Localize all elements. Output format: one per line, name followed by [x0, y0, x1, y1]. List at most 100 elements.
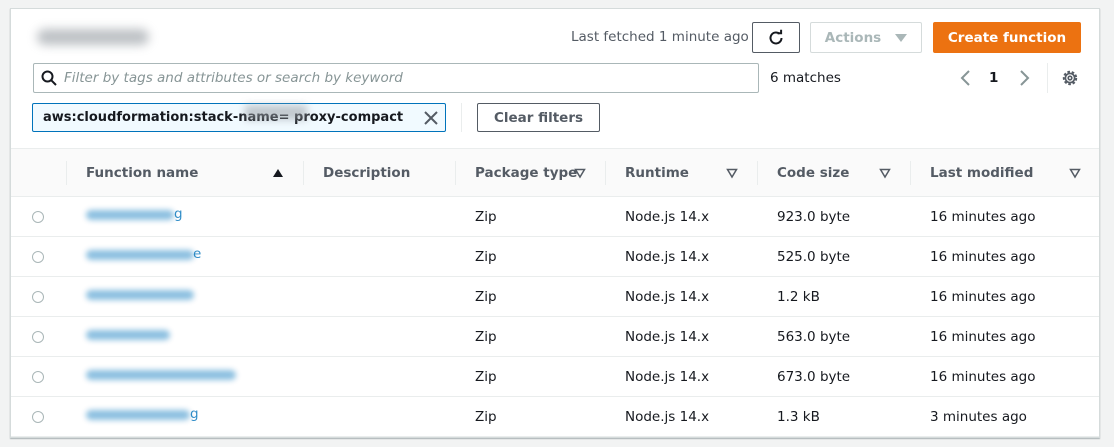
radio-button[interactable]: [32, 250, 44, 263]
row-select[interactable]: [11, 277, 66, 317]
function-name-link[interactable]: [86, 286, 196, 304]
description-cell: [303, 237, 455, 277]
table-row[interactable]: g Zip Node.js 14.x 1.3 kB 3 minutes ago: [11, 397, 1099, 437]
last-modified-cell: 16 minutes ago: [930, 208, 1036, 225]
filter-token-text: aws:cloudformation:stack-name= proxy-com…: [43, 110, 404, 125]
chevron-right-icon[interactable]: [1017, 69, 1031, 87]
description-cell: [303, 397, 455, 437]
functions-table: Function name Description Package type R…: [11, 148, 1099, 437]
table-row[interactable]: Zip Node.js 14.x 1.2 kB 16 minutes ago: [11, 277, 1099, 317]
function-name-link[interactable]: e: [86, 246, 202, 264]
function-name-link[interactable]: g: [86, 206, 183, 224]
last-modified-cell: 16 minutes ago: [930, 368, 1036, 385]
header-function-name[interactable]: Function name: [66, 149, 303, 197]
function-name-cell[interactable]: [66, 357, 303, 397]
last-modified-cell: 16 minutes ago: [930, 288, 1036, 305]
function-name-link[interactable]: g: [86, 406, 199, 424]
function-name-cell[interactable]: e: [66, 237, 303, 277]
sort-icon[interactable]: [879, 167, 891, 179]
table-row[interactable]: g Zip Node.js 14.x 923.0 byte 16 minutes…: [11, 197, 1099, 237]
last-fetched-text: Last fetched 1 minute ago: [571, 29, 749, 45]
code-size-cell: 923.0 byte: [777, 208, 851, 225]
row-select[interactable]: [11, 197, 66, 237]
filter-token-redacted: [245, 105, 307, 120]
actions-label: Actions: [824, 29, 882, 46]
description-cell: [303, 317, 455, 357]
table-row[interactable]: Zip Node.js 14.x 563.0 byte 16 minutes a…: [11, 317, 1099, 357]
functions-panel: Last fetched 1 minute ago Actions Create…: [10, 8, 1100, 438]
header-select: [11, 149, 66, 197]
package-type-cell: Zip: [475, 328, 497, 345]
filter-token[interactable]: aws:cloudformation:stack-name= proxy-com…: [32, 103, 446, 132]
sort-ascending-icon[interactable]: [272, 167, 284, 179]
code-size-cell: 1.2 kB: [777, 288, 820, 305]
row-select[interactable]: [11, 317, 66, 357]
runtime-cell: Node.js 14.x: [625, 208, 710, 225]
refresh-button[interactable]: [752, 22, 800, 53]
page-number[interactable]: 1: [989, 70, 998, 86]
description-cell: [303, 197, 455, 237]
search-field[interactable]: [33, 63, 759, 93]
runtime-cell: Node.js 14.x: [625, 368, 710, 385]
code-size-cell: 673.0 byte: [777, 368, 851, 385]
runtime-cell: Node.js 14.x: [625, 328, 710, 345]
runtime-cell: Node.js 14.x: [625, 248, 710, 265]
caret-down-icon: [895, 33, 908, 42]
table-row[interactable]: e Zip Node.js 14.x 525.0 byte 16 minutes…: [11, 237, 1099, 277]
create-function-button[interactable]: Create function: [933, 22, 1081, 53]
function-name-link[interactable]: [86, 326, 172, 344]
clear-filters-label: Clear filters: [493, 109, 584, 126]
radio-button[interactable]: [32, 210, 44, 223]
header-runtime[interactable]: Runtime: [605, 149, 757, 197]
clear-filters-button[interactable]: Clear filters: [477, 103, 600, 132]
sort-icon[interactable]: [574, 167, 586, 179]
search-input[interactable]: [64, 70, 758, 86]
radio-button[interactable]: [32, 410, 44, 423]
header-description: Description: [303, 149, 455, 197]
pager-divider: [1047, 63, 1048, 93]
matches-count: 6 matches: [770, 70, 841, 86]
panel-title-redacted: [37, 29, 149, 45]
table-row[interactable]: Zip Node.js 14.x 673.0 byte 16 minutes a…: [11, 357, 1099, 397]
package-type-cell: Zip: [475, 248, 497, 265]
radio-button[interactable]: [32, 370, 44, 383]
table-header-row: Function name Description Package type R…: [11, 148, 1099, 197]
row-select[interactable]: [11, 357, 66, 397]
filter-divider: [461, 103, 462, 132]
function-name-cell[interactable]: [66, 277, 303, 317]
refresh-icon: [769, 29, 783, 44]
runtime-cell: Node.js 14.x: [625, 408, 710, 425]
radio-button[interactable]: [32, 330, 44, 343]
function-name-cell[interactable]: g: [66, 397, 303, 437]
package-type-cell: Zip: [475, 368, 497, 385]
last-modified-cell: 16 minutes ago: [930, 328, 1036, 345]
package-type-cell: Zip: [475, 208, 497, 225]
sort-icon[interactable]: [1069, 167, 1081, 179]
actions-button[interactable]: Actions: [810, 22, 922, 53]
code-size-cell: 563.0 byte: [777, 328, 851, 345]
header-code-size[interactable]: Code size: [757, 149, 910, 197]
function-name-cell[interactable]: g: [66, 197, 303, 237]
package-type-cell: Zip: [475, 288, 497, 305]
search-icon: [34, 70, 64, 86]
description-cell: [303, 277, 455, 317]
last-modified-cell: 16 minutes ago: [930, 248, 1036, 265]
description-cell: [303, 357, 455, 397]
create-function-label: Create function: [947, 29, 1067, 46]
header-last-modified[interactable]: Last modified: [910, 149, 1099, 197]
code-size-cell: 525.0 byte: [777, 248, 851, 265]
function-name-link[interactable]: [86, 366, 238, 384]
gear-icon[interactable]: [1061, 69, 1079, 87]
row-select[interactable]: [11, 237, 66, 277]
function-name-cell[interactable]: [66, 317, 303, 357]
radio-button[interactable]: [32, 290, 44, 303]
package-type-cell: Zip: [475, 408, 497, 425]
last-modified-cell: 3 minutes ago: [930, 408, 1027, 425]
header-package-type[interactable]: Package type: [455, 149, 605, 197]
close-icon[interactable]: [423, 110, 439, 126]
sort-icon[interactable]: [726, 167, 738, 179]
code-size-cell: 1.3 kB: [777, 408, 820, 425]
row-select[interactable]: [11, 397, 66, 437]
chevron-left-icon[interactable]: [959, 69, 973, 87]
runtime-cell: Node.js 14.x: [625, 288, 710, 305]
